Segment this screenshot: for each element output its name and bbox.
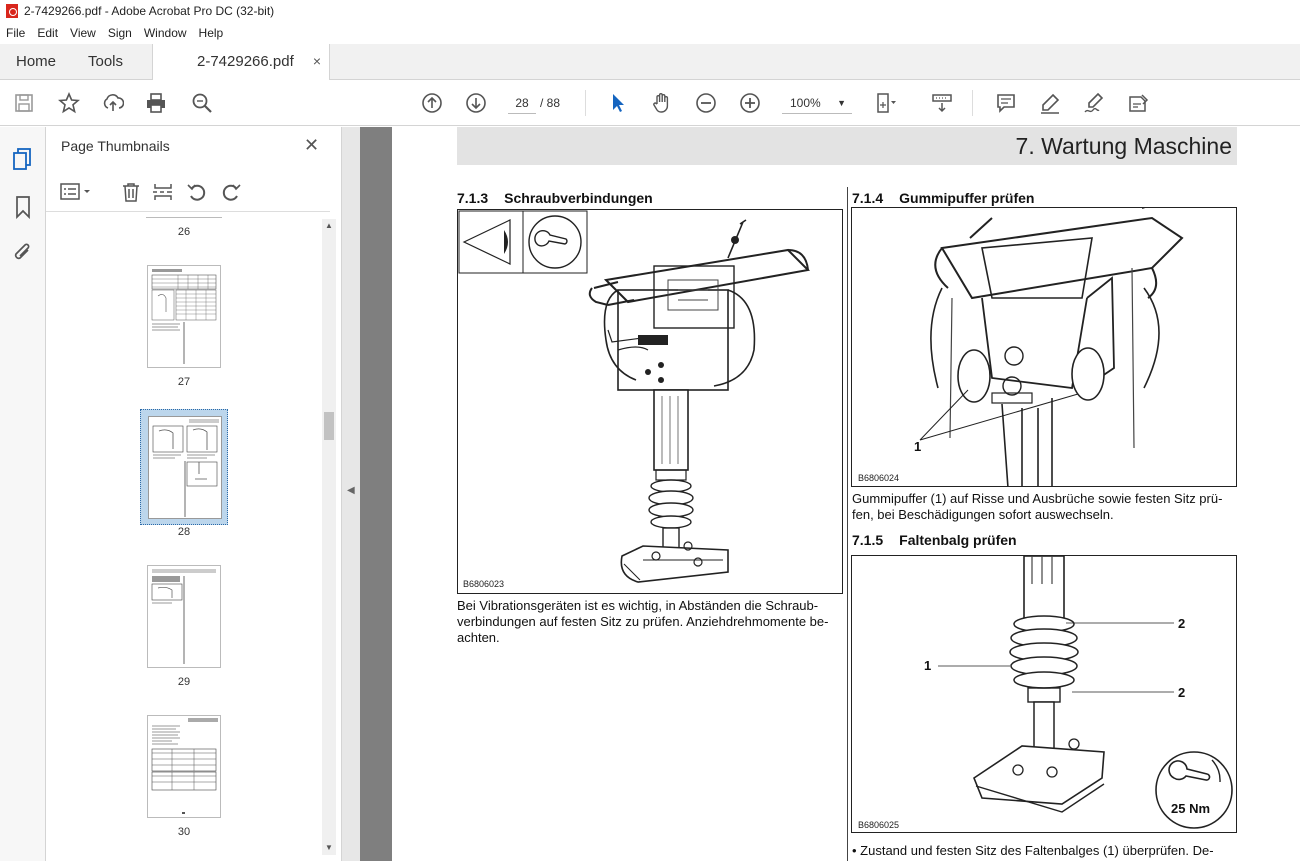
thumbnail-label: 27 [177, 376, 191, 388]
thumbnail-label: 26 [177, 226, 191, 238]
figure-code: B6806024 [858, 473, 900, 483]
page-thumbnail-29[interactable] [147, 565, 221, 668]
menu-help[interactable]: Help [193, 26, 230, 40]
chapter-header: 7. Wartung Maschine [457, 127, 1237, 165]
select-arrow-icon[interactable] [606, 91, 630, 115]
page-thumbnail-30[interactable] [147, 715, 221, 818]
menu-bar: File Edit View Sign Window Help [0, 22, 1300, 44]
chevron-down-icon: ▼ [837, 98, 846, 108]
comment-icon[interactable] [994, 91, 1018, 115]
menu-file[interactable]: File [0, 26, 31, 40]
attachments-icon[interactable] [12, 241, 34, 270]
menu-window[interactable]: Window [138, 26, 193, 40]
page-number-input[interactable]: 28 [508, 92, 536, 114]
thumbnail-label: 30 [177, 826, 191, 838]
find-icon[interactable] [190, 91, 214, 115]
section-7-1-3-text: Bei Vibrationsgeräten ist es wichtig, in… [457, 598, 829, 645]
left-rail [0, 127, 46, 861]
tab-tools[interactable]: Tools [88, 53, 123, 70]
section-heading-7-1-5: 7.1.5 Faltenbalg prüfen [852, 532, 1017, 548]
save-icon[interactable] [12, 91, 36, 115]
toolbar-divider [585, 90, 586, 116]
page-thumbnail-28-selected[interactable] [140, 409, 228, 525]
scroll-down-icon[interactable]: ▼ [325, 843, 333, 852]
figure-code: B6806025 [858, 820, 900, 830]
chapter-title: 7. Wartung Maschine [1015, 133, 1232, 159]
title-bar: 2-7429266.pdf - Adobe Acrobat Pro DC (32… [0, 0, 1300, 22]
toolbar-divider [972, 90, 973, 116]
figure-gummipuffer [851, 207, 1237, 487]
tab-document-label: 2-7429266.pdf [197, 53, 294, 70]
page-total: / 88 [540, 96, 561, 110]
section-heading-7-1-4: 7.1.4 Gummipuffer prüfen [852, 190, 1035, 206]
zoom-out-icon[interactable] [694, 91, 718, 115]
tab-document[interactable]: 2-7429266.pdf × [152, 44, 330, 81]
thumbnail-label: 29 [177, 676, 191, 688]
fit-page-icon[interactable] [874, 91, 898, 115]
highlight-icon[interactable] [1038, 91, 1062, 115]
menu-edit[interactable]: Edit [31, 26, 64, 40]
upload-icon[interactable] [101, 91, 125, 115]
zoom-in-icon[interactable] [738, 91, 762, 115]
fill-sign-icon[interactable] [1126, 91, 1150, 115]
delete-icon[interactable] [120, 182, 142, 207]
page-up-icon[interactable] [420, 91, 444, 115]
scroll-mode-icon[interactable] [930, 91, 954, 115]
callout-2: 2 [1178, 616, 1186, 631]
page-gutter [360, 127, 392, 861]
options-menu-icon[interactable] [60, 182, 94, 207]
chevron-left-icon: ◀ [347, 485, 355, 496]
rotate-left-icon[interactable] [186, 182, 208, 207]
zoom-level-select[interactable]: 100% ▼ [782, 92, 852, 114]
column-divider [847, 187, 848, 861]
close-panel-icon[interactable]: ✕ [304, 135, 319, 156]
figure-schraubverbindungen [457, 209, 843, 594]
close-tab-icon[interactable]: × [313, 53, 321, 69]
print-icon[interactable] [144, 91, 168, 115]
page-thumbnails-icon[interactable] [12, 147, 34, 176]
panel-title: Page Thumbnails [61, 138, 170, 154]
menu-view[interactable]: View [64, 26, 102, 40]
torque-label: 25 Nm [1171, 801, 1211, 816]
hand-icon[interactable] [650, 91, 674, 115]
callout-1: 1 [924, 658, 932, 673]
page-thumbnail-26-edge[interactable] [146, 213, 222, 218]
page-thumbnail-27[interactable] [147, 265, 221, 368]
bookmarks-icon[interactable] [14, 195, 32, 224]
thumbnail-scrollbar[interactable]: ▲ ▼ [322, 219, 336, 855]
thumbnail-list: 26 27 28 29 30 [46, 213, 322, 861]
tab-home[interactable]: Home [16, 53, 56, 70]
insert-page-icon[interactable] [152, 182, 174, 207]
callout-1: 1 [914, 439, 922, 454]
pdf-page: 7. Wartung Maschine 7.1.3 Schraubverbindu… [392, 127, 1300, 861]
section-heading-7-1-3: 7.1.3 Schraubverbindungen [457, 190, 653, 206]
section-7-1-4-text: Gummipuffer (1) auf Risse und Ausbrüche … [852, 491, 1223, 522]
tab-bar: Home Tools 2-7429266.pdf × [0, 44, 1300, 81]
panel-collapse-handle[interactable]: ◀ [342, 127, 360, 861]
scroll-up-icon[interactable]: ▲ [325, 221, 333, 230]
window-title: 2-7429266.pdf - Adobe Acrobat Pro DC (32… [24, 4, 275, 18]
document-view[interactable]: 7. Wartung Maschine 7.1.3 Schraubverbindu… [360, 127, 1300, 861]
section-7-1-5-text: • Zustand und festen Sitz des Faltenbalg… [852, 843, 1214, 858]
main-toolbar: 28 / 88 100% ▼ [0, 80, 1300, 126]
sign-icon[interactable] [1082, 91, 1106, 115]
acrobat-pdf-icon [6, 4, 18, 18]
figure-code: B6806023 [463, 579, 505, 589]
rotate-right-icon[interactable] [220, 182, 242, 207]
page-thumbnails-panel: Page Thumbnails ✕ 26 27 28 29 30 ▲ ▼ [46, 127, 342, 861]
page-down-icon[interactable] [464, 91, 488, 115]
zoom-level-value: 100% [790, 96, 821, 110]
panel-toolbar [46, 172, 330, 212]
bookmark-star-icon[interactable] [57, 91, 81, 115]
menu-sign[interactable]: Sign [102, 26, 138, 40]
scrollbar-thumb[interactable] [324, 412, 334, 440]
thumbnail-label: 28 [177, 526, 191, 538]
callout-2: 2 [1178, 685, 1186, 700]
